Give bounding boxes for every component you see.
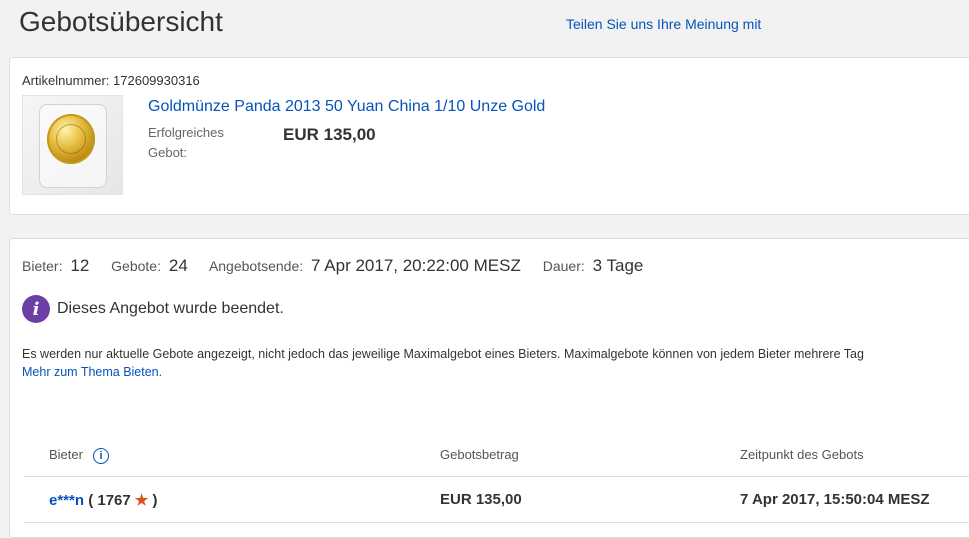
bids-value: 24 — [168, 256, 188, 275]
bid-history-card: Bieter: 12 Gebote: 24 Angebotsende: 7 Ap… — [9, 238, 969, 538]
feedback-close: ) — [152, 492, 158, 509]
coin-relief — [56, 124, 86, 154]
header-bidder: Bieter i — [49, 447, 109, 464]
row-divider — [24, 522, 969, 523]
more-about-bidding-link[interactable]: Mehr zum Thema Bieten. — [22, 365, 162, 379]
item-title-link[interactable]: Goldmünze Panda 2013 50 Yuan China 1/10 … — [148, 98, 545, 116]
status-message: i Dieses Angebot wurde beendet. — [22, 295, 284, 323]
duration-value: 3 Tage — [592, 256, 644, 275]
page-title: Gebotsübersicht — [19, 6, 223, 37]
feedback-link[interactable]: Teilen Sie uns Ihre Meinung mit — [566, 16, 761, 32]
bidders-value: 12 — [70, 256, 90, 275]
item-card: Artikelnummer: 172609930316 Goldmünze Pa… — [9, 57, 969, 215]
item-thumbnail[interactable] — [22, 95, 123, 195]
star-icon: ★ — [134, 492, 149, 509]
auction-stats: Bieter: 12 Gebote: 24 Angebotsende: 7 Ap… — [22, 256, 661, 276]
sold-label: Erfolgreiches Gebot: — [148, 125, 224, 160]
table-row-amount: EUR 135,00 — [440, 491, 522, 508]
header-divider — [24, 476, 969, 477]
info-outline-icon[interactable]: i — [92, 447, 109, 464]
gold-coin-image — [47, 114, 95, 164]
bids-label: Gebote: — [111, 258, 161, 274]
duration-label: Dauer: — [542, 258, 585, 274]
header-time: Zeitpunkt des Gebots — [740, 447, 864, 462]
table-row-bidder: e***n ( 1767 ★ ) — [49, 491, 158, 509]
feedback-score-link[interactable]: 1767 — [97, 492, 130, 509]
end-label: Angebotsende: — [208, 258, 304, 274]
bid-note: Es werden nur aktuelle Gebote angezeigt,… — [22, 347, 864, 361]
end-value: 7 Apr 2017, 20:22:00 MESZ — [311, 256, 521, 275]
header-bidder-label: Bieter — [49, 447, 83, 462]
header-amount: Gebotsbetrag — [440, 447, 519, 462]
bidder-name-link[interactable]: e***n — [49, 492, 84, 509]
status-text: Dieses Angebot wurde beendet. — [57, 300, 284, 317]
table-row-time: 7 Apr 2017, 15:50:04 MESZ — [740, 491, 930, 508]
bidders-label: Bieter: — [22, 258, 63, 274]
feedback-open: ( — [88, 492, 94, 509]
info-circle-icon: i — [22, 295, 50, 323]
item-number: Artikelnummer: 172609930316 — [22, 73, 200, 88]
sold-price: EUR 135,00 — [283, 125, 376, 144]
